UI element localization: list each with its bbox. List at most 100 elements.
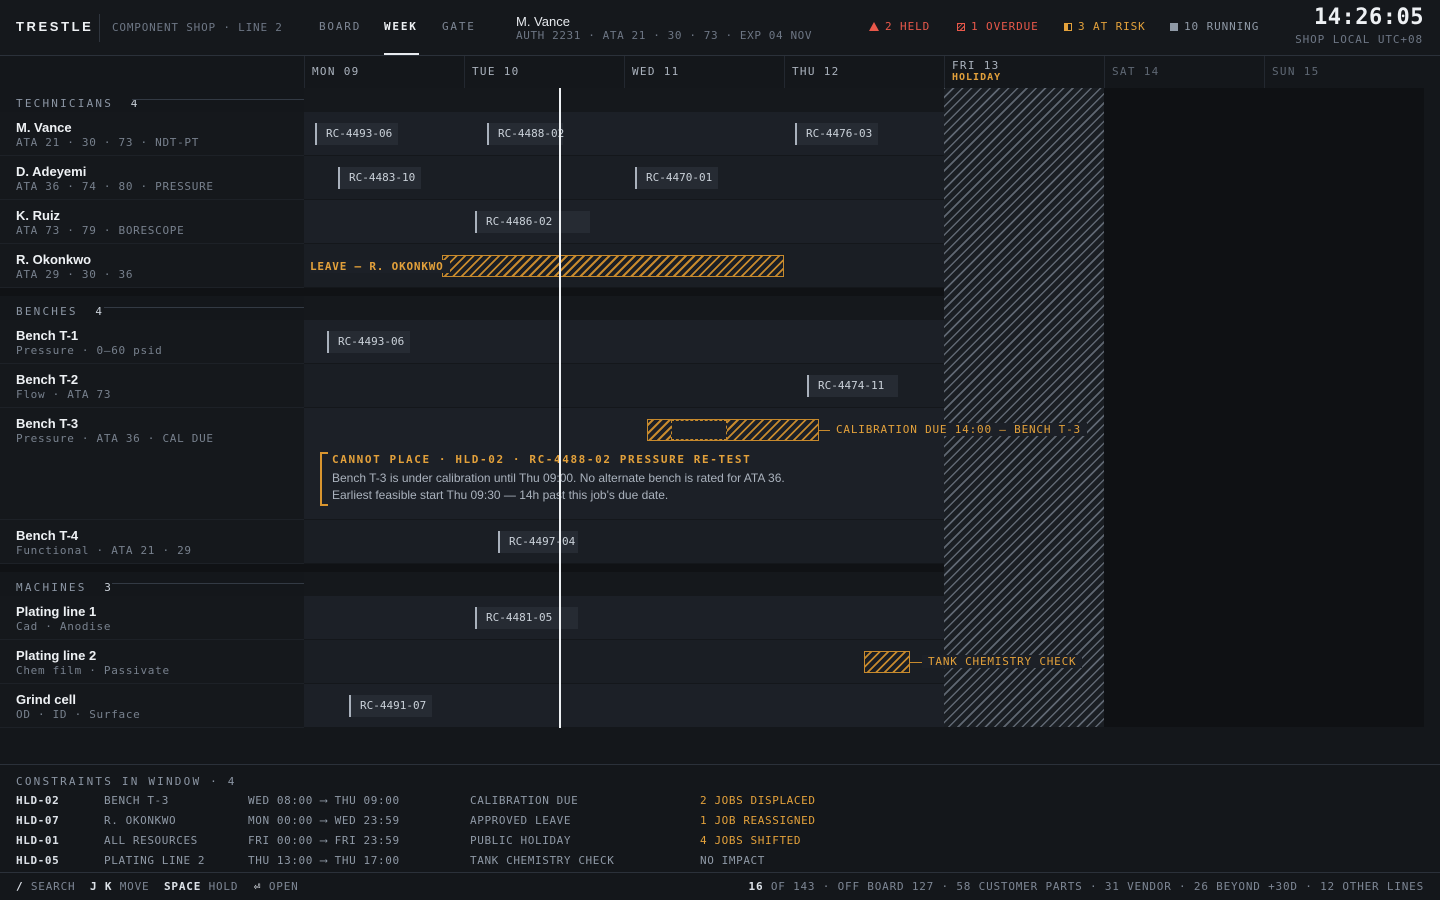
shortcut-search[interactable]: / SEARCH	[16, 880, 75, 893]
row-label-plating-line-1[interactable]: Plating line 1 Cad · Anodise	[0, 596, 304, 640]
tank-check-block[interactable]	[864, 651, 910, 673]
row-label-bench-t2[interactable]: Bench T-2 Flow · ATA 73	[0, 364, 304, 408]
job-card[interactable]: RC-4481-05	[475, 607, 578, 629]
row-label-adeyemi[interactable]: D. Adeyemi ATA 36 · 74 · 80 · PRESSURE	[0, 156, 304, 200]
constraint-reason: CALIBRATION DUE	[470, 794, 579, 807]
shortcut-open[interactable]: ⏎ OPEN	[254, 880, 299, 893]
constraint-row[interactable]: HLD-01 ALL RESOURCES FRI 00:00 ⟶ FRI 23:…	[0, 834, 1440, 854]
job-card[interactable]: RC-4497-04	[498, 531, 578, 553]
held-count: 2 HELD	[885, 20, 931, 33]
row-label-bench-t4[interactable]: Bench T-4 Functional · ATA 21 · 29	[0, 520, 304, 564]
row-track-plating-line-2[interactable]	[304, 640, 944, 684]
constraint-id: HLD-05	[16, 854, 60, 867]
at-risk-icon	[1064, 22, 1072, 31]
leave-block[interactable]: LEAVE — R. OKONKWO	[304, 255, 784, 277]
shop-clock: 14:26:05	[1314, 5, 1424, 30]
constraint-reason: APPROVED LEAVE	[470, 814, 572, 827]
constraint-row[interactable]: HLD-02 BENCH T-3 WED 08:00 ⟶ THU 09:00 C…	[0, 794, 1440, 814]
resource-name: Plating line 2	[16, 648, 97, 663]
day-header-sun[interactable]: SUN 15	[1272, 65, 1320, 78]
constraint-row[interactable]: HLD-07 R. OKONKWO MON 00:00 ⟶ WED 23:59 …	[0, 814, 1440, 834]
day-header-sat[interactable]: SAT 14	[1112, 65, 1160, 78]
header-divider	[99, 14, 100, 42]
cannot-place-title: CANNOT PLACE · HLD-02 · RC-4488-02 PRESS…	[332, 453, 752, 466]
clock-timezone: SHOP LOCAL UTC+08	[1295, 33, 1423, 46]
row-label-bench-t1[interactable]: Bench T-1 Pressure · 0–60 psid	[0, 320, 304, 364]
section-track	[304, 572, 944, 596]
job-card[interactable]: RC-4474-11	[807, 375, 898, 397]
constraint-window: THU 13:00 ⟶ THU 17:00	[248, 854, 400, 867]
holiday-label: HOLIDAY	[952, 72, 1002, 83]
weekend-zone	[1104, 88, 1424, 727]
job-card[interactable]: RC-4493-06	[327, 331, 410, 353]
week-board: MON 09 TUE 10 WED 11 THU 12 FRI 13 HOLID…	[0, 56, 1440, 736]
tab-week[interactable]: WEEK	[384, 20, 418, 33]
cannot-place-warning[interactable]: CANNOT PLACE · HLD-02 · RC-4488-02 PRESS…	[320, 452, 790, 506]
job-card[interactable]: RC-4493-06	[315, 123, 398, 145]
callout-leader	[910, 662, 922, 663]
resource-name: D. Adeyemi	[16, 164, 87, 179]
tank-check-callout: TANK CHEMISTRY CHECK	[922, 655, 1083, 668]
constraint-id: HLD-01	[16, 834, 60, 847]
at-risk-status[interactable]: 3 AT RISK	[1064, 20, 1146, 33]
key-hint-label: OPEN	[268, 880, 299, 893]
leave-hatch	[442, 255, 784, 277]
day-header-wed[interactable]: WED 11	[632, 65, 680, 78]
tab-gate[interactable]: GATE	[442, 20, 476, 33]
row-label-okonkwo[interactable]: R. Okonkwo ATA 29 · 30 · 36	[0, 244, 304, 288]
constraint-impact: 4 JOBS SHIFTED	[700, 834, 802, 847]
row-track-ruiz[interactable]	[304, 200, 944, 244]
shop-line-subtitle: COMPONENT SHOP · LINE 2	[112, 21, 283, 34]
board-count-summary: 16 OF 143 · OFF BOARD 127 · 58 CUSTOMER …	[749, 880, 1424, 893]
current-user-name[interactable]: M. Vance	[516, 14, 570, 29]
day-header-mon[interactable]: MON 09	[312, 65, 360, 78]
job-card[interactable]: RC-4488-02	[487, 123, 564, 145]
displaced-job-ghost[interactable]	[671, 420, 727, 440]
constraints-panel: CONSTRAINTS IN WINDOW · 4 HLD-02 BENCH T…	[0, 764, 1440, 872]
row-label-plating-line-2[interactable]: Plating line 2 Chem film · Passivate	[0, 640, 304, 684]
job-card[interactable]: RC-4491-07	[349, 695, 432, 717]
resource-detail: Chem film · Passivate	[16, 664, 170, 677]
constraint-reason: TANK CHEMISTRY CHECK	[470, 854, 615, 867]
job-card[interactable]: RC-4486-02	[475, 211, 590, 233]
cannot-place-body: Bench T-3 is under calibration until Thu…	[332, 471, 785, 502]
row-label-vance[interactable]: M. Vance ATA 21 · 30 · 73 · NDT-PT	[0, 112, 304, 156]
warning-triangle-icon	[869, 22, 879, 31]
job-card[interactable]: RC-4470-01	[635, 167, 718, 189]
constraint-row[interactable]: HLD-05 PLATING LINE 2 THU 13:00 ⟶ THU 17…	[0, 854, 1440, 874]
row-track-bench-t4[interactable]	[304, 520, 944, 564]
held-status[interactable]: 2 HELD	[869, 20, 930, 33]
constraint-resource: BENCH T-3	[104, 794, 170, 807]
constraint-resource: ALL RESOURCES	[104, 834, 198, 847]
day-header-tue[interactable]: TUE 10	[472, 65, 520, 78]
resource-detail: ATA 73 · 79 · BORESCOPE	[16, 224, 185, 237]
running-status[interactable]: 10 RUNNING	[1170, 20, 1259, 33]
day-header-thu[interactable]: THU 12	[792, 65, 840, 78]
job-card[interactable]: RC-4483-10	[338, 167, 421, 189]
row-label-bench-t3[interactable]: Bench T-3 Pressure · ATA 36 · CAL DUE	[0, 408, 304, 520]
row-label-ruiz[interactable]: K. Ruiz ATA 73 · 79 · BORESCOPE	[0, 200, 304, 244]
day-header-fri[interactable]: FRI 13	[952, 59, 1000, 72]
job-card[interactable]: RC-4476-03	[795, 123, 878, 145]
key-hint-label: MOVE	[119, 880, 150, 893]
calibration-callout: CALIBRATION DUE 14:00 — BENCH T-3	[830, 423, 1087, 436]
tab-board[interactable]: BOARD	[319, 20, 361, 33]
resource-name: R. Okonkwo	[16, 252, 92, 267]
shortcut-hold[interactable]: SPACE HOLD	[164, 880, 238, 893]
row-label-grind-cell[interactable]: Grind cell OD · ID · Surface	[0, 684, 304, 728]
constraint-window: FRI 00:00 ⟶ FRI 23:59	[248, 834, 400, 847]
section-label: BENCHES 4	[16, 305, 105, 318]
constraint-id: HLD-07	[16, 814, 60, 827]
key-hint: J K	[90, 880, 113, 893]
resource-detail: ATA 29 · 30 · 36	[16, 268, 134, 281]
resource-name: Grind cell	[16, 692, 76, 707]
section-label: MACHINES 3	[16, 581, 114, 594]
constraint-id: HLD-02	[16, 794, 60, 807]
section-track	[304, 296, 944, 320]
row-track-plating-line-1[interactable]	[304, 596, 944, 640]
resource-name: Bench T-4	[16, 528, 79, 543]
constraint-impact: 1 JOB REASSIGNED	[700, 814, 816, 827]
overdue-status[interactable]: 1 OVERDUE	[957, 20, 1039, 33]
app-brand[interactable]: TRESTLE	[16, 19, 93, 34]
shortcut-move[interactable]: J K MOVE	[90, 880, 149, 893]
